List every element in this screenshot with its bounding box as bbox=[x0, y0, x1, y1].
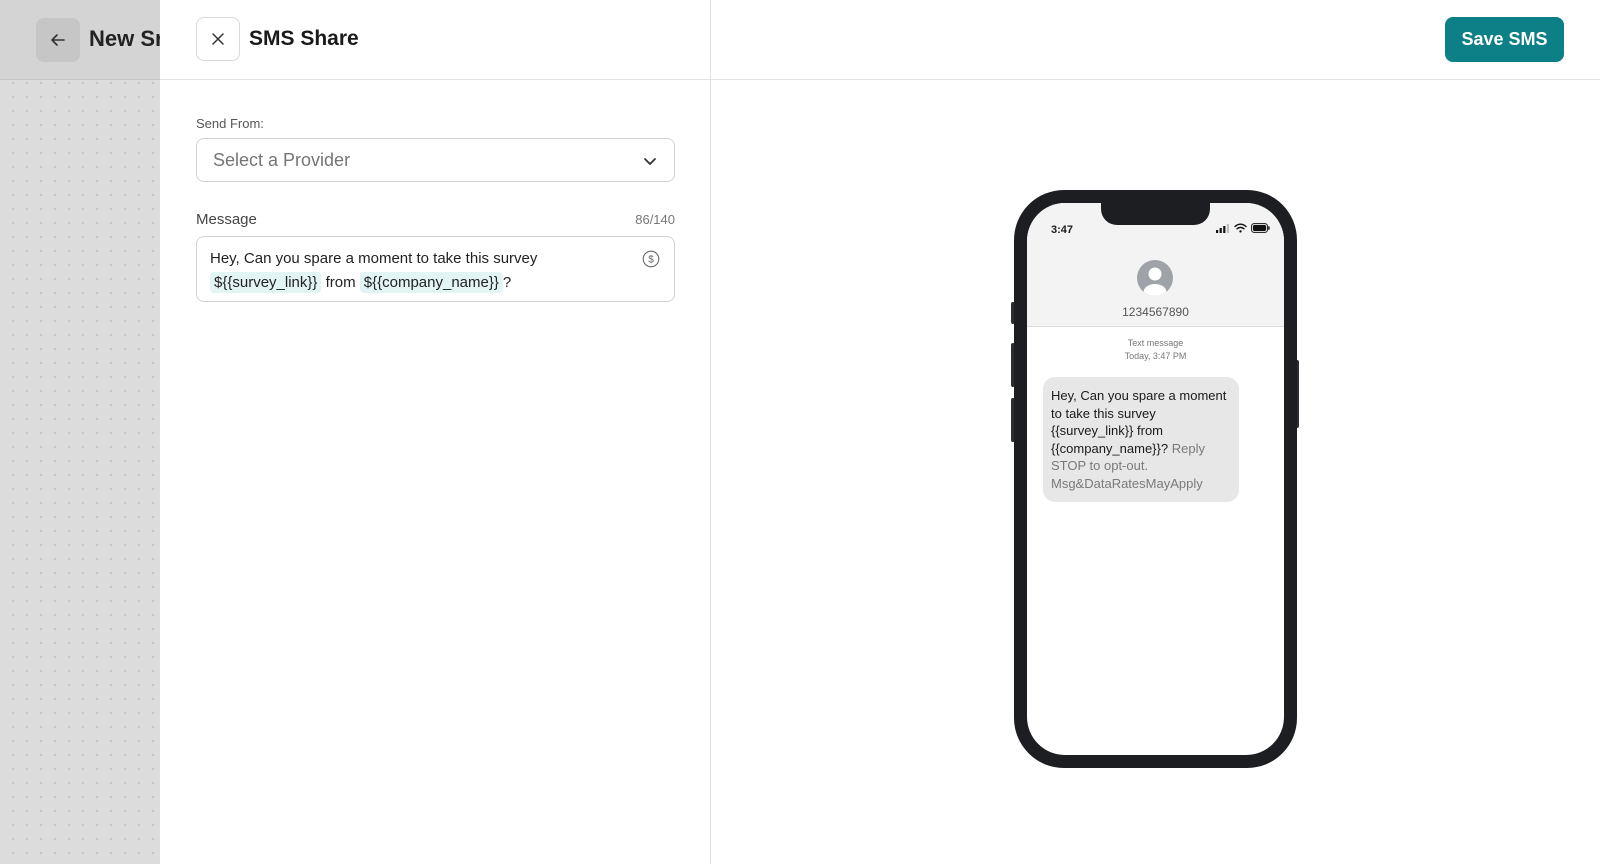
conversation-header: 3:47 1234567890 bbox=[1027, 203, 1284, 327]
message-text-prefix: Hey, Can you spare a moment to take this… bbox=[210, 250, 538, 267]
contact-avatar bbox=[1137, 260, 1173, 296]
survey-link-token[interactable]: ${{survey_link}} bbox=[210, 272, 322, 293]
dollar-variable-icon[interactable]: $ bbox=[642, 250, 660, 268]
background-title: New Sr bbox=[89, 26, 164, 51]
sms-bubble: Hey, Can you spare a moment to take this… bbox=[1043, 377, 1239, 502]
status-icons bbox=[1216, 223, 1270, 233]
background-page: New Sr bbox=[0, 0, 164, 864]
panel-divider bbox=[710, 0, 711, 864]
message-textarea[interactable]: Hey, Can you spare a moment to take this… bbox=[196, 236, 675, 302]
phone-preview: 3:47 1234567890 Text message Today, 3:47… bbox=[1014, 190, 1297, 768]
svg-text:$: $ bbox=[648, 255, 654, 266]
save-sms-button[interactable]: Save SMS bbox=[1445, 17, 1564, 62]
battery-icon bbox=[1251, 223, 1270, 233]
contact-phone-number: 1234567890 bbox=[1122, 305, 1189, 319]
background-header: New Sr bbox=[0, 0, 164, 80]
send-from-label: Send From: bbox=[196, 116, 264, 131]
message-timestamp: Today, 3:47 PM bbox=[1124, 351, 1187, 361]
drawer-header: SMS Share Save SMS bbox=[160, 0, 1600, 80]
message-type-label: Text message bbox=[1127, 338, 1184, 348]
status-time: 3:47 bbox=[1051, 224, 1074, 236]
provider-select-placeholder: Select a Provider bbox=[213, 149, 351, 170]
signal-icon bbox=[1216, 223, 1229, 233]
character-counter: 86/140 bbox=[635, 212, 675, 227]
company-name-token[interactable]: ${{company_name}} bbox=[359, 272, 503, 293]
phone-notch bbox=[1101, 203, 1210, 225]
chevron-down-icon bbox=[644, 158, 656, 165]
wifi-icon bbox=[1234, 223, 1247, 233]
arrow-left-icon bbox=[51, 34, 65, 46]
user-icon bbox=[1143, 267, 1167, 296]
close-button[interactable] bbox=[196, 17, 240, 61]
drawer-title: SMS Share bbox=[249, 27, 359, 50]
message-text-middle: from bbox=[325, 274, 356, 291]
message-text-suffix: ? bbox=[502, 274, 512, 291]
sms-share-drawer: SMS Share Save SMS Send From: Select a P… bbox=[160, 0, 1600, 864]
phone-screen: 3:47 1234567890 Text message Today, 3:47… bbox=[1027, 203, 1284, 755]
back-button[interactable] bbox=[36, 18, 80, 62]
provider-select[interactable]: Select a Provider bbox=[196, 138, 675, 182]
message-meta: Text message Today, 3:47 PM bbox=[1027, 337, 1284, 363]
close-icon bbox=[212, 33, 224, 45]
message-label: Message bbox=[196, 211, 257, 228]
